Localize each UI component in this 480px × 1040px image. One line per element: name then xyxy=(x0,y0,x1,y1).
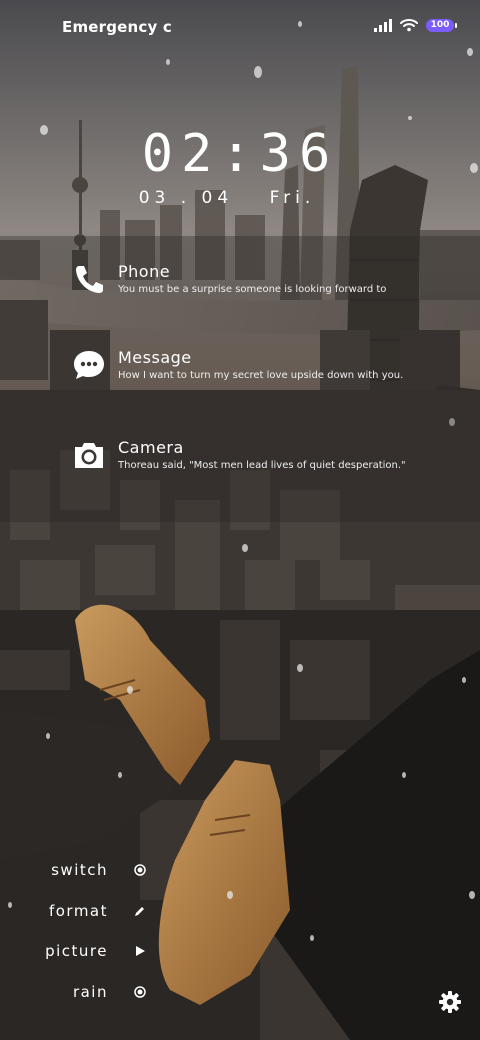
emergency-label[interactable]: Emergency c xyxy=(62,18,172,36)
clock-date-row: 03 . 04 Fri. xyxy=(0,188,480,208)
pen-icon xyxy=(135,907,144,916)
signal-icon xyxy=(374,18,392,32)
play-icon xyxy=(136,946,145,956)
wifi-icon xyxy=(400,19,418,32)
notification-title: Camera xyxy=(118,438,184,457)
clock-date: 03 . 04 xyxy=(138,188,234,208)
notification-body: Thoreau said, "Most men lead lives of qu… xyxy=(118,460,406,471)
notification-body: How I want to turn my secret love upside… xyxy=(118,370,404,381)
status-bar: Emergency c 100 xyxy=(0,0,480,56)
radio-icon xyxy=(134,864,146,876)
radio-icon xyxy=(134,986,146,998)
notification-title: Message xyxy=(118,348,192,367)
clock-colon: : xyxy=(220,124,260,184)
phone-icon xyxy=(76,266,103,293)
clock-time: 02:36 xyxy=(0,128,480,180)
notification-title: Phone xyxy=(118,262,171,281)
notification-body: You must be a surprise someone is lookin… xyxy=(118,284,387,295)
menu-picture[interactable]: picture xyxy=(45,941,145,961)
menu-label: format xyxy=(48,902,108,920)
clock-weekday: Fri. xyxy=(269,188,316,208)
notification-panel: Phone You must be a surprise someone is … xyxy=(0,236,480,522)
battery-level: 100 xyxy=(430,20,450,30)
status-icons: 100 xyxy=(374,18,457,32)
camera-icon xyxy=(75,443,103,468)
menu-format[interactable]: format xyxy=(48,901,144,921)
menu-switch[interactable]: switch xyxy=(51,860,146,880)
lockscreen-clock: 02:36 03 . 04 Fri. xyxy=(0,128,480,208)
gear-icon[interactable] xyxy=(438,990,462,1014)
menu-label: switch xyxy=(51,861,108,879)
clock-hour: 02 xyxy=(141,124,221,184)
clock-minute: 36 xyxy=(259,124,339,184)
menu-label: picture xyxy=(45,942,108,960)
menu-label: rain xyxy=(72,983,108,1001)
battery-icon: 100 xyxy=(426,18,457,32)
message-icon xyxy=(74,351,104,379)
menu-rain[interactable]: rain xyxy=(72,982,146,1002)
